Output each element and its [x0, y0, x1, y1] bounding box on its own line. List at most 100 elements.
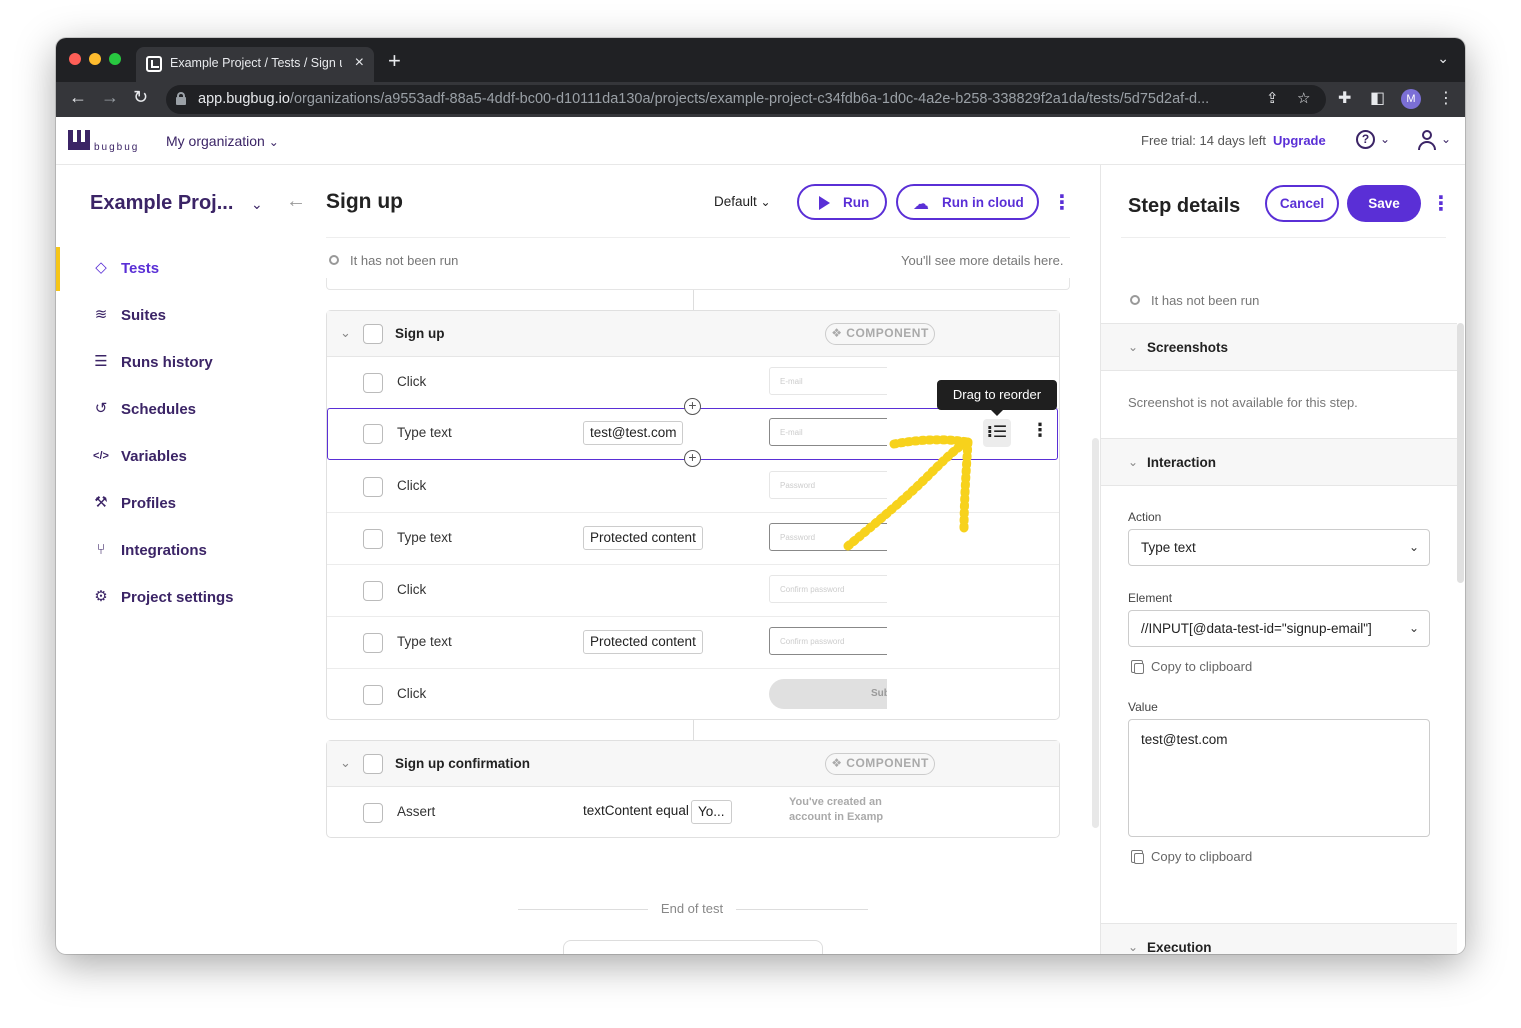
element-select[interactable]: //INPUT[@data-test-id="signup-email"] ⌄ [1128, 610, 1430, 647]
profile-avatar[interactable]: M [1401, 89, 1421, 109]
help-icon[interactable]: ? [1356, 130, 1375, 149]
thumb-text: You've created an account in Examp [789, 795, 883, 825]
user-icon[interactable] [1418, 130, 1436, 150]
screenshots-section-header[interactable]: ⌄ Screenshots [1101, 323, 1457, 371]
step-value: Protected content [583, 526, 703, 550]
organization-selector[interactable]: My organization ⌄ [166, 133, 279, 149]
step-row[interactable]: Assert textContent equal Yo... You've cr… [327, 787, 1059, 839]
step-screenshot-thumbnail: E-mail [769, 367, 887, 397]
value-textarea[interactable]: test@test.com [1128, 719, 1430, 837]
step-checkbox[interactable] [363, 633, 383, 653]
close-window-button[interactable] [69, 53, 81, 65]
add-step-above-icon[interactable]: + [684, 398, 701, 415]
browser-tab[interactable]: Example Project / Tests / Sign up × [136, 47, 374, 82]
share-icon[interactable]: ⇪ [1266, 89, 1279, 107]
step-more-menu-icon[interactable]: ⋮ [1031, 420, 1049, 441]
thumb-text-line-1: You've created an [789, 796, 882, 808]
collapse-chevron-icon[interactable]: ⌄ [340, 325, 351, 341]
step-checkbox[interactable] [363, 803, 383, 823]
upgrade-link[interactable]: Upgrade [1273, 133, 1326, 148]
previous-card-bottom [326, 278, 1070, 290]
user-chevron-icon[interactable]: ⌄ [1441, 132, 1451, 146]
step-checkbox[interactable] [363, 581, 383, 601]
tab-search-chevron-icon[interactable]: ⌄ [1437, 50, 1449, 67]
component-checkbox[interactable] [363, 324, 383, 344]
reload-icon[interactable]: ↻ [133, 87, 148, 108]
help-chevron-icon[interactable]: ⌄ [1380, 132, 1390, 146]
step-details-more-icon[interactable]: ⋮ [1431, 191, 1451, 216]
sidebar-item-project-settings[interactable]: ⚙ Project settings [56, 576, 296, 620]
run-button[interactable]: Run [797, 184, 887, 220]
drag-handle-icon[interactable]: ⁝☰ [983, 419, 1011, 447]
diamond-icon: ◇ [95, 259, 107, 276]
side-panel-icon[interactable]: ◧ [1370, 88, 1385, 108]
add-step-stub[interactable] [563, 940, 823, 954]
collapse-chevron-icon[interactable]: ⌄ [340, 755, 351, 771]
step-row[interactable]: Click Confirm password [327, 565, 1059, 617]
maximize-window-button[interactable] [109, 53, 121, 65]
step-action: Click [397, 582, 427, 597]
panel-scrollbar[interactable] [1457, 323, 1464, 583]
execution-section-header[interactable]: ⌄ Execution [1101, 923, 1457, 954]
value-label: Value [1128, 700, 1158, 714]
step-checkbox[interactable] [363, 529, 383, 549]
save-button[interactable]: Save [1347, 185, 1421, 222]
minimize-window-button[interactable] [89, 53, 101, 65]
sidebar-item-runs-history[interactable]: ☰ Runs history [56, 341, 296, 385]
chevron-down-icon: ⌄ [1128, 455, 1139, 469]
new-tab-icon[interactable]: + [388, 48, 401, 74]
sidebar-item-suites[interactable]: ≋ Suites [56, 294, 296, 338]
main-scrollbar[interactable] [1092, 438, 1099, 828]
back-arrow-icon[interactable]: ← [286, 190, 306, 213]
run-status-hint: You'll see more details here. [901, 253, 1064, 268]
copy-element-link[interactable]: Copy to clipboard [1131, 659, 1252, 674]
run-in-cloud-button[interactable]: ☁ Run in cloud [896, 184, 1039, 220]
back-arrow-icon[interactable]: ← [69, 87, 87, 108]
profile-select[interactable]: Default ⌄ [714, 194, 771, 209]
chevron-down-icon: ⌄ [268, 135, 279, 149]
step-checkbox[interactable] [363, 373, 383, 393]
connector-line [693, 290, 694, 310]
sidebar-item-schedules[interactable]: ↺ Schedules [56, 388, 296, 432]
step-checkbox[interactable] [363, 424, 383, 444]
app-header: bugbug My organization ⌄ Free trial: 14 … [56, 117, 1465, 165]
chevron-down-icon: ⌄ [1128, 940, 1139, 954]
component-header[interactable]: ⌄ Sign up ❖ COMPONENT [327, 311, 1059, 357]
step-checkbox[interactable] [363, 685, 383, 705]
address-bar[interactable]: app.bugbug.io/organizations/a9553adf-88a… [166, 85, 1326, 114]
step-screenshot-thumbnail: Sub [769, 679, 887, 709]
bookmark-star-icon[interactable]: ☆ [1297, 89, 1310, 107]
test-more-menu-icon[interactable]: ⋮ [1052, 190, 1072, 215]
component-checkbox[interactable] [363, 754, 383, 774]
component-header[interactable]: ⌄ Sign up confirmation ❖ COMPONENT [327, 741, 1059, 787]
layers-icon: ≋ [94, 306, 108, 323]
sidebar-item-tests[interactable]: ◇ Tests [56, 247, 296, 291]
bugbug-logo[interactable]: bugbug [68, 128, 140, 154]
copy-value-link[interactable]: Copy to clipboard [1131, 849, 1252, 864]
project-chevron-down-icon[interactable]: ⌄ [251, 196, 263, 213]
sidebar-item-variables[interactable]: </> Variables [56, 435, 296, 479]
step-checkbox[interactable] [363, 477, 383, 497]
forward-arrow-icon[interactable]: → [101, 87, 119, 108]
extensions-puzzle-icon[interactable]: ✚ [1338, 88, 1351, 108]
step-action: Type text [397, 425, 452, 440]
step-action: Click [397, 686, 427, 701]
thumb-field: Confirm password [769, 627, 887, 655]
wrench-icon: ⚒ [94, 494, 108, 511]
project-name[interactable]: Example Proj... [90, 192, 233, 215]
step-details-panel: Step details Cancel Save ⋮ It has not be… [1100, 165, 1465, 954]
step-value: Protected content [583, 630, 703, 654]
sidebar-item-integrations[interactable]: ⑂ Integrations [56, 529, 296, 573]
history-icon: ↺ [94, 400, 108, 417]
action-select[interactable]: Type text ⌄ [1128, 529, 1430, 566]
tab-close-icon[interactable]: × [355, 54, 364, 72]
browser-menu-icon[interactable]: ⋮ [1438, 88, 1454, 108]
element-select-value: //INPUT[@data-test-id="signup-email"] [1141, 621, 1372, 636]
section-label: Screenshots [1147, 340, 1229, 355]
interaction-section-header[interactable]: ⌄ Interaction [1101, 438, 1457, 486]
step-row[interactable]: Type text Protected content Confirm pass… [327, 617, 1059, 669]
step-row[interactable]: Click Sub [327, 669, 1059, 721]
add-step-below-icon[interactable]: + [684, 450, 701, 467]
cancel-button[interactable]: Cancel [1265, 185, 1339, 222]
sidebar-item-profiles[interactable]: ⚒ Profiles [56, 482, 296, 526]
